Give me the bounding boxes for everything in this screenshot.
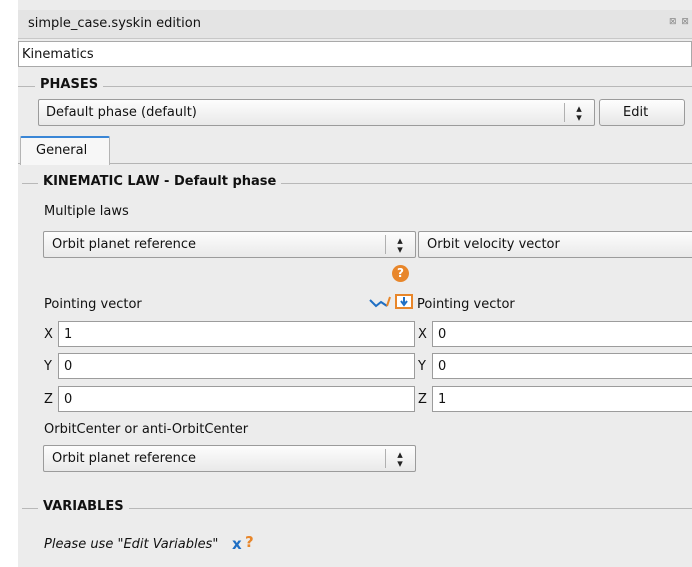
left-y-input[interactable]	[58, 353, 415, 379]
mode-field-value: Kinematics	[22, 47, 94, 62]
right-y-value: 0	[438, 359, 447, 374]
left-y-label: Y	[44, 359, 52, 374]
left-x-input[interactable]	[58, 321, 415, 347]
left-z-value: 0	[64, 392, 73, 407]
orbit-center-value: Orbit planet reference	[52, 451, 197, 466]
phase-select-value: Default phase (default)	[46, 105, 197, 120]
right-pointing-vector-label: Pointing vector	[417, 297, 515, 312]
left-reference-separator	[385, 235, 386, 254]
tab-general-label: General	[36, 143, 88, 158]
kinematic-law-title: KINEMATIC LAW - Default phase	[38, 174, 282, 189]
right-z-label: Z	[418, 392, 427, 407]
edit-phase-button-label: Edit	[623, 105, 649, 120]
right-z-input[interactable]	[432, 386, 692, 412]
window-controls-icon[interactable]: ⊠ ⊠	[669, 17, 690, 27]
mode-field[interactable]	[18, 41, 692, 67]
left-y-value: 0	[64, 359, 73, 374]
select-arrows-icon: ▴ ▾	[397, 234, 403, 256]
right-x-label: X	[418, 327, 427, 342]
right-y-label: Y	[418, 359, 426, 374]
orbit-center-label: OrbitCenter or anti-OrbitCenter	[44, 422, 249, 437]
orbit-center-separator	[385, 449, 386, 468]
right-x-value: 0	[438, 327, 447, 342]
variables-title: VARIABLES	[38, 499, 129, 514]
right-x-input[interactable]	[432, 321, 692, 347]
select-arrows-icon: ▴ ▾	[397, 448, 403, 470]
multiple-laws-label: Multiple laws	[44, 204, 129, 219]
left-pointing-vector-label: Pointing vector	[44, 297, 142, 312]
select-arrows-icon: ▴ ▾	[576, 102, 582, 124]
variables-hint: Please use "Edit Variables"	[44, 537, 219, 552]
right-z-value: 1	[438, 392, 447, 407]
phase-select-separator	[564, 103, 565, 122]
left-x-label: X	[44, 327, 53, 342]
import-icon[interactable]	[395, 294, 413, 309]
left-x-value: 1	[64, 327, 73, 342]
left-reference-value: Orbit planet reference	[52, 237, 197, 252]
left-z-input[interactable]	[58, 386, 415, 412]
help-icon[interactable]: ?	[392, 265, 409, 282]
tab-bar	[18, 163, 692, 164]
help-question-icon[interactable]: ?	[245, 533, 254, 551]
right-y-input[interactable]	[432, 353, 692, 379]
phases-group-title: PHASES	[35, 77, 104, 92]
window-title: simple_case.syskin edition	[28, 16, 201, 31]
left-z-label: Z	[44, 392, 53, 407]
phases-group-line	[18, 86, 692, 87]
remove-icon[interactable]: x	[232, 535, 242, 553]
right-reference-value: Orbit velocity vector	[427, 237, 560, 252]
